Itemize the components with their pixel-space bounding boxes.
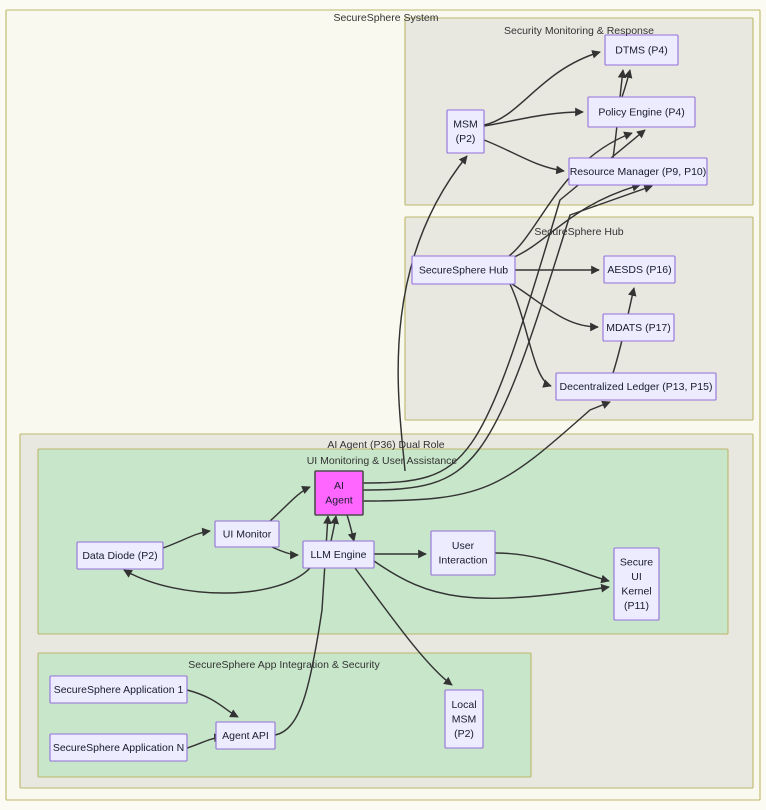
node-label-data_diode: Data Diode (P2) (82, 550, 157, 562)
cluster-label-security_monitoring: Security Monitoring & Response (504, 25, 654, 37)
node-agent_api[interactable]: Agent API (215, 721, 276, 750)
node-label-securesphere_app_n: SecureSphere Application N (53, 742, 184, 754)
node-label-msm: MSM (453, 119, 478, 131)
node-label-msm: (P2) (456, 133, 476, 145)
node-label-policy_engine: Policy Engine (P4) (598, 106, 684, 118)
node-local_msm[interactable]: Local MSM (P2) (444, 689, 484, 749)
node-label-dtms: DTMS (P4) (615, 44, 668, 56)
node-label-mdats: MDATS (P17) (606, 322, 671, 334)
node-box-ai_agent[interactable] (314, 470, 364, 516)
node-policy_engine[interactable]: Policy Engine (P4) (587, 96, 696, 128)
node-label-ai_agent: AI (334, 480, 344, 492)
node-label-user_interaction: Interaction (438, 555, 487, 567)
node-user_interaction[interactable]: User Interaction (430, 530, 496, 576)
node-label-secure_ui_kernel: (P11) (624, 600, 649, 612)
node-label-agent_api: Agent API (222, 730, 269, 742)
node-box-msm[interactable] (446, 109, 485, 154)
node-securesphere_hub[interactable]: SecureSphere Hub (411, 255, 516, 285)
node-label-ui_monitor: UI Monitor (223, 528, 272, 540)
node-mdats[interactable]: MDATS (P17) (602, 313, 675, 342)
node-label-securesphere_app_1: SecureSphere Application 1 (54, 684, 184, 696)
node-aesds[interactable]: AESDS (P16) (603, 255, 676, 284)
node-label-user_interaction: User (452, 540, 475, 552)
diagram-canvas: MSM (P2) DTMS (P4) Policy Engine (P4) Resour… (0, 0, 766, 810)
node-label-ai_agent: Agent (325, 495, 353, 507)
node-dtms[interactable]: DTMS (P4) (604, 34, 679, 66)
node-msm[interactable]: MSM (P2) (446, 109, 485, 154)
node-label-secure_ui_kernel: Kernel (621, 586, 651, 598)
cluster-label-ai_agent_dual_role: AI Agent (P36) Dual Role (327, 439, 444, 451)
node-label-resource_manager: Resource Manager (P9, P10) (570, 166, 707, 178)
node-label-securesphere_hub: SecureSphere Hub (419, 264, 508, 276)
node-label-local_msm: MSM (452, 713, 477, 725)
node-box-user_interaction[interactable] (430, 530, 496, 576)
node-label-secure_ui_kernel: Secure (620, 557, 653, 569)
node-label-local_msm: (P2) (454, 728, 474, 740)
node-data_diode[interactable]: Data Diode (P2) (76, 541, 164, 570)
node-decentralized_ledger[interactable]: Decentralized Ledger (P13, P15) (555, 372, 717, 401)
node-label-aesds: AESDS (P16) (607, 264, 671, 276)
node-ui_monitor[interactable]: UI Monitor (214, 520, 280, 548)
flowchart-svg: MSM (P2) DTMS (P4) Policy Engine (P4) Resour… (5, 9, 761, 801)
node-label-decentralized_ledger: Decentralized Ledger (P13, P15) (560, 381, 713, 393)
node-securesphere_app_n[interactable]: SecureSphere Application N (49, 733, 188, 762)
node-ai_agent[interactable]: AI Agent (314, 470, 364, 516)
node-secure_ui_kernel[interactable]: Secure UI Kernel (P11) (613, 547, 660, 621)
node-resource_manager[interactable]: Resource Manager (P9, P10) (568, 157, 708, 186)
node-label-local_msm: Local (451, 699, 476, 711)
node-label-llm_engine: LLM Engine (310, 549, 366, 561)
cluster-label-securesphere_hub_group: SecureSphere Hub (534, 226, 623, 238)
node-securesphere_app_1[interactable]: SecureSphere Application 1 (49, 675, 188, 704)
cluster-label-securesphere_system: SecureSphere System (333, 12, 438, 24)
cluster-label-ui_monitoring: UI Monitoring & User Assistance (307, 455, 458, 467)
node-llm_engine[interactable]: LLM Engine (302, 540, 375, 569)
cluster-label-app_integration: SecureSphere App Integration & Security (188, 659, 380, 671)
node-label-secure_ui_kernel: UI (631, 571, 642, 583)
